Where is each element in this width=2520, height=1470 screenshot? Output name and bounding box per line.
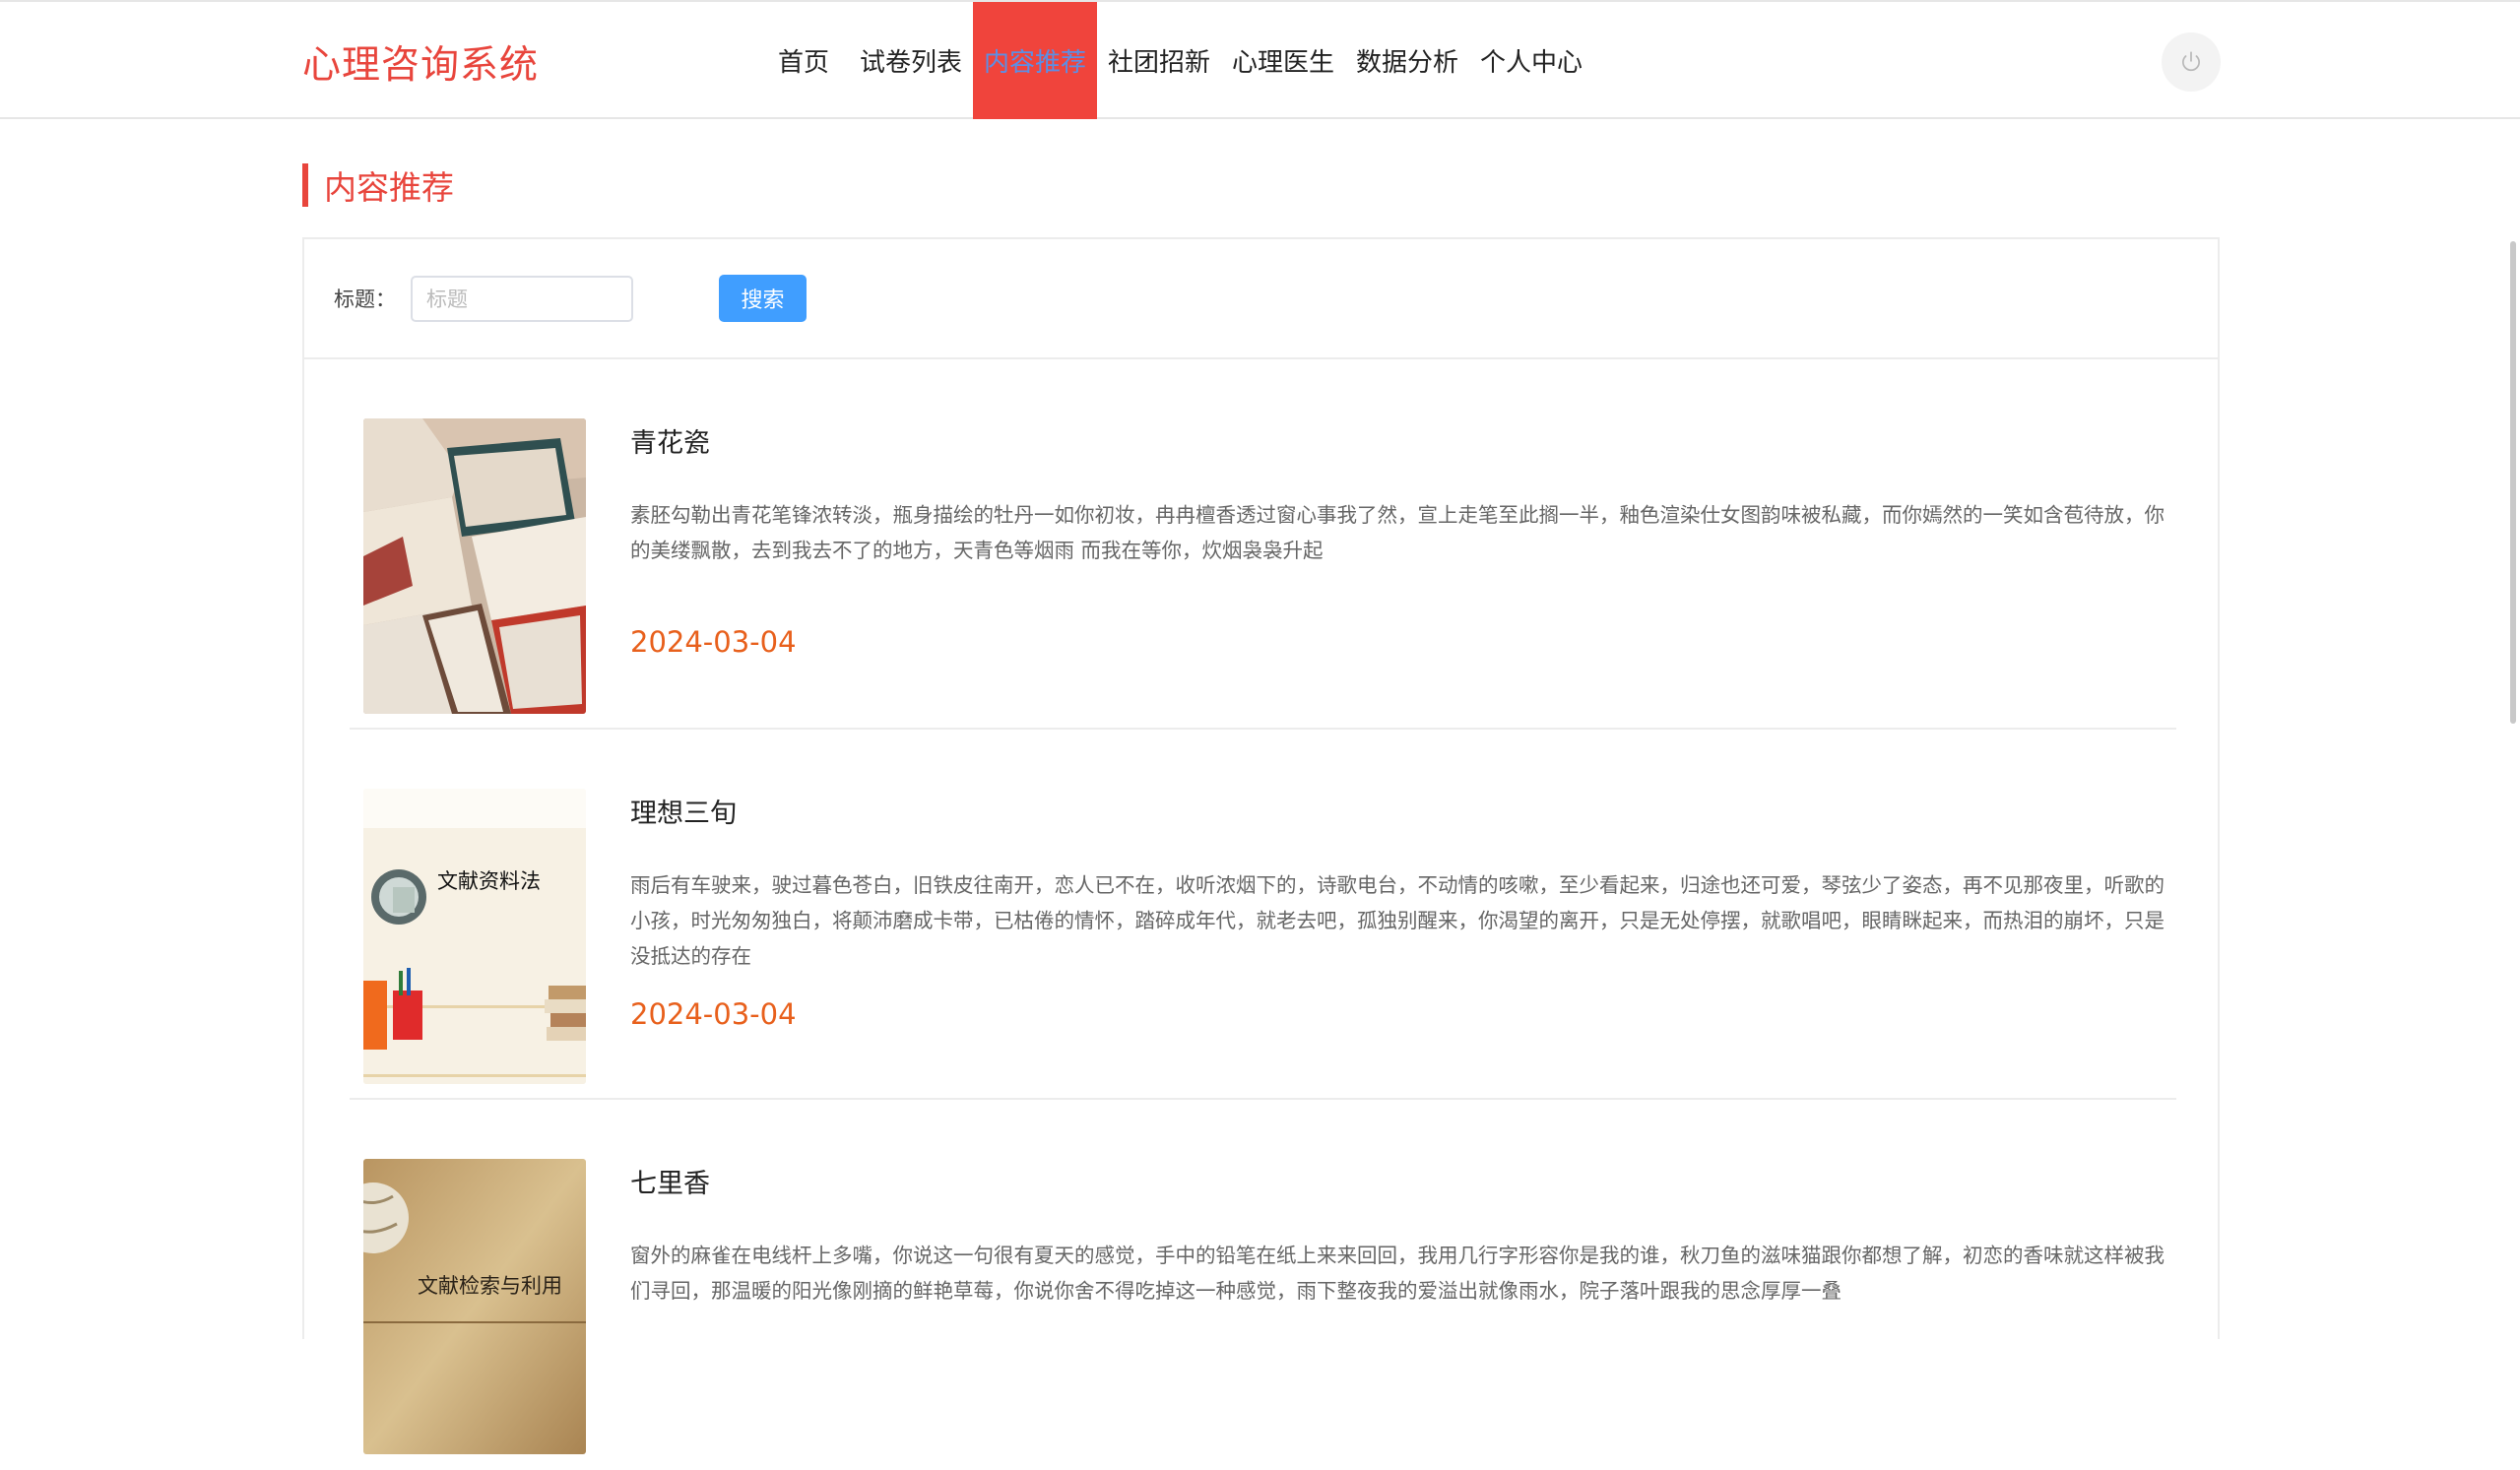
article-description: 窗外的麻雀在电线杆上多嘴，你说这一句很有夏天的感觉，手中的铅笔在纸上来来回回，我… (630, 1244, 2165, 1303)
article-title[interactable]: 青花瓷 (630, 421, 710, 460)
nav-data-analysis[interactable]: 数据分析 (1345, 2, 1469, 119)
nav-club-recruit[interactable]: 社团招新 (1097, 2, 1221, 119)
article-thumbnail-books[interactable] (363, 418, 586, 714)
article-title[interactable]: 理想三旬 (630, 792, 737, 830)
title-search-input[interactable] (411, 276, 633, 322)
nav-content-recommend[interactable]: 内容推荐 (973, 2, 1097, 119)
literature-search-image (363, 1159, 586, 1454)
article-item[interactable]: 文献检索与利用 七里香 窗外的麻雀在电线杆上多嘴，你说这一句很有夏天的感觉，手中… (350, 1100, 2176, 1470)
article-thumbnail-literature-method[interactable]: 文献资料法 (363, 789, 586, 1084)
search-label: 标题： (334, 288, 396, 311)
article-description: 素胚勾勒出青花笔锋浓转淡，瓶身描绘的牡丹一如你初妆，冉冉檀香透过窗心事我了然，宣… (630, 503, 2165, 562)
literature-method-image (363, 789, 586, 1084)
nav-psychologist[interactable]: 心理医生 (1221, 2, 1345, 119)
nav-home[interactable]: 首页 (758, 2, 849, 119)
main-nav: 首页 试卷列表 内容推荐 社团招新 心理医生 数据分析 个人中心 (758, 2, 1593, 119)
nav-exam-list[interactable]: 试卷列表 (849, 2, 973, 119)
logout-button[interactable] (2162, 32, 2221, 92)
books-image (363, 418, 586, 714)
page-title-text: 内容推荐 (324, 168, 454, 207)
page-title: 内容推荐 (302, 163, 454, 207)
top-header: 心理咨询系统 首页 试卷列表 内容推荐 社团招新 心理医生 数据分析 个人中心 (0, 0, 2520, 119)
thumbnail-caption: 文献资料法 (437, 869, 541, 893)
article-description: 雨后有车驶来，驶过暮色苍白，旧铁皮往南开，恋人已不在，收听浓烟下的，诗歌电台，不… (630, 873, 2165, 968)
article-thumbnail-literature-search[interactable]: 文献检索与利用 (363, 1159, 586, 1454)
thumbnail-caption: 文献检索与利用 (418, 1274, 562, 1298)
article-item[interactable]: 文献资料法 理想三旬 雨后有车驶来，驶过暮色苍白，旧铁皮往南开，恋人已不在，收听… (350, 730, 2176, 1100)
search-button[interactable]: 搜索 (719, 275, 807, 322)
title-accent-bar (302, 163, 308, 207)
power-icon (2182, 51, 2200, 72)
article-title[interactable]: 七里香 (630, 1162, 710, 1200)
nav-personal-center[interactable]: 个人中心 (1469, 2, 1593, 119)
article-item[interactable]: 青花瓷 素胚勾勒出青花笔锋浓转淡，瓶身描绘的牡丹一如你初妆，冉冉檀香透过窗心事我… (350, 359, 2176, 730)
article-date: 2024-03-04 (630, 997, 797, 1031)
site-logo[interactable]: 心理咨询系统 (302, 34, 539, 90)
page-scrollbar[interactable] (2510, 241, 2516, 724)
content-panel: 标题： 搜索 青花瓷 素胚勾勒出青花笔锋浓转淡，瓶身描绘的牡丹一 (302, 237, 2220, 1454)
article-date: 2024-03-04 (630, 625, 797, 659)
search-bar: 标题： 搜索 (304, 239, 2218, 359)
